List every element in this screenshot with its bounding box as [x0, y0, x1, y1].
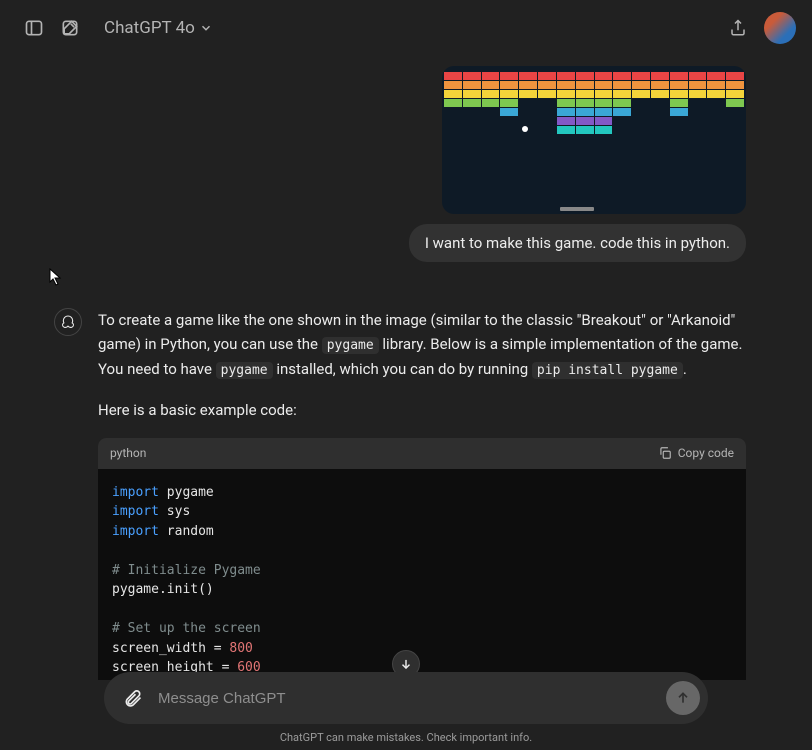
code-language-label: python [110, 444, 146, 463]
user-message-turn: I want to make this game. code this in p… [46, 66, 746, 262]
share-button[interactable] [720, 10, 756, 46]
model-name-label: ChatGPT 4o [104, 18, 195, 38]
copy-icon [658, 446, 672, 460]
brick-row [444, 108, 744, 116]
brick-row [444, 81, 744, 89]
code-body: import pygame import sys import random #… [98, 469, 746, 680]
composer-input[interactable] [158, 690, 666, 707]
code-block-header: python Copy code [98, 438, 746, 469]
user-message-bubble: I want to make this game. code this in p… [409, 224, 746, 262]
breakout-ball [522, 126, 528, 132]
assistant-paragraph: Here is a basic example code: [98, 398, 746, 422]
conversation-area: I want to make this game. code this in p… [0, 56, 812, 680]
assistant-paragraph: To create a game like the one shown in t… [98, 308, 746, 382]
copy-code-button[interactable]: Copy code [658, 444, 734, 463]
assistant-message-body: To create a game like the one shown in t… [98, 308, 746, 680]
inline-code: pygame [322, 337, 379, 354]
brick-row [444, 90, 744, 98]
toggle-sidebar-button[interactable] [16, 10, 52, 46]
user-avatar[interactable] [764, 12, 796, 44]
inline-code: pygame [216, 362, 273, 379]
code-block: python Copy code import pygame import sy… [98, 438, 746, 680]
new-chat-button[interactable] [52, 10, 88, 46]
composer-bar [104, 672, 708, 724]
paperclip-icon [123, 688, 143, 708]
send-button[interactable] [666, 681, 700, 715]
model-switcher[interactable]: ChatGPT 4o [96, 12, 221, 44]
chevron-down-icon [199, 21, 213, 35]
breakout-paddle [560, 207, 594, 211]
assistant-message-turn: To create a game like the one shown in t… [54, 308, 746, 680]
top-bar: ChatGPT 4o [0, 0, 812, 56]
arrow-up-icon [675, 690, 691, 706]
arrow-down-icon [399, 657, 413, 671]
brick-row [444, 117, 744, 125]
assistant-avatar [54, 308, 82, 336]
disclaimer-text: ChatGPT can make mistakes. Check importa… [0, 731, 812, 744]
inline-code: pip install pygame [532, 362, 683, 379]
brick-row [444, 99, 744, 107]
user-uploaded-image[interactable] [442, 66, 746, 214]
brick-row [444, 72, 744, 80]
brick-row [444, 126, 744, 134]
attach-button[interactable] [116, 681, 150, 715]
